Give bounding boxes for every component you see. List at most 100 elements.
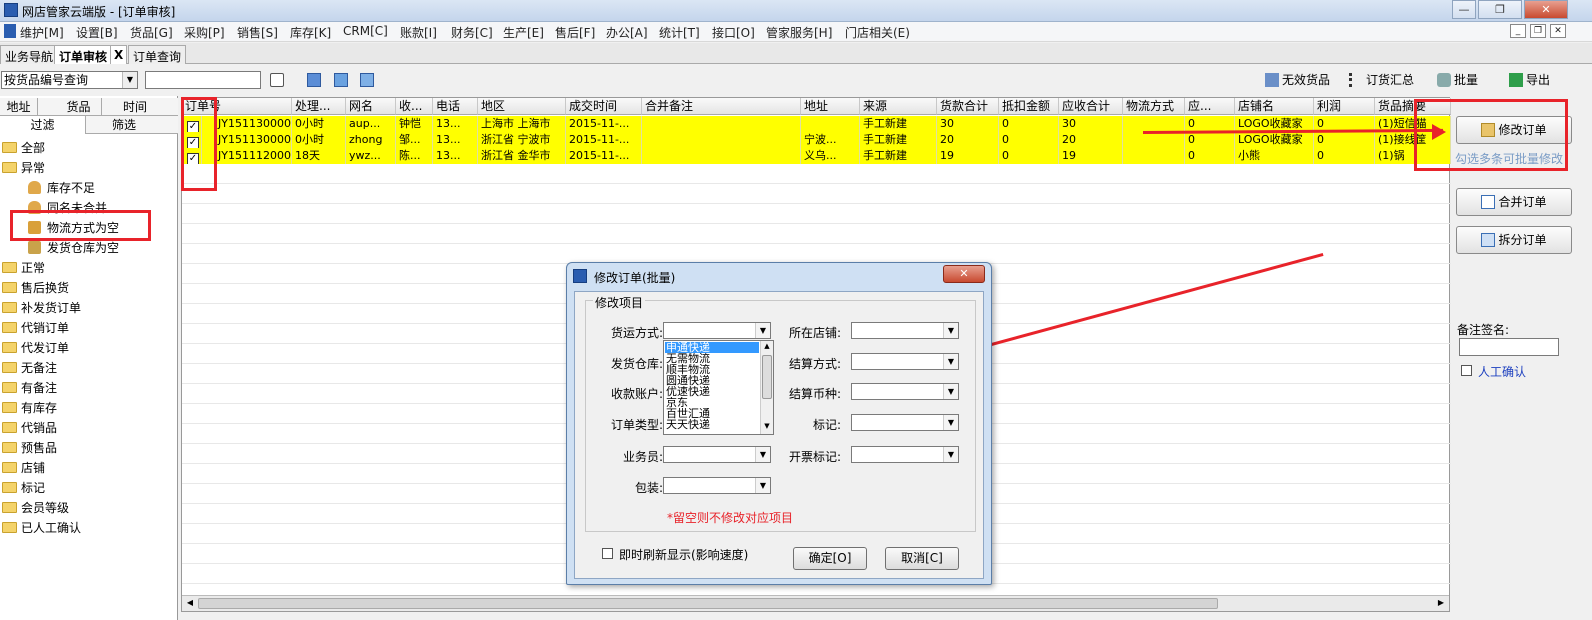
row-checkbox[interactable]: ✓ <box>182 148 202 164</box>
export-button[interactable]: 导出 <box>1509 71 1550 88</box>
tree-consign-goods[interactable]: 代销品 <box>2 420 57 436</box>
tree-consign[interactable]: 代销订单 <box>2 320 69 336</box>
row-checkbox[interactable]: ✓ <box>182 116 202 132</box>
tab-close-icon[interactable]: X <box>110 45 128 64</box>
tab-business-nav[interactable]: 业务导航 <box>0 45 59 64</box>
query-mode-select[interactable]: 按货品编号查询 ▼ <box>1 71 138 89</box>
shipping-method-select[interactable]: ▼ <box>663 322 771 339</box>
shipping-option[interactable]: 顺丰物流 <box>665 364 759 375</box>
clear-query-icon[interactable] <box>360 73 374 87</box>
col-order-no[interactable]: 订单号 <box>182 98 292 115</box>
tab-order-query[interactable]: 订单查询 <box>128 45 187 64</box>
tree-stock-short[interactable]: 库存不足 <box>28 180 95 196</box>
restore-icon[interactable]: ❐ <box>1478 0 1522 19</box>
mdi-close-icon[interactable]: ✕ <box>1550 24 1566 38</box>
tree-no-remark[interactable]: 无备注 <box>2 360 57 376</box>
menu-finance[interactable]: 财务[C] <box>451 24 493 41</box>
settle-select[interactable]: ▼ <box>851 353 959 370</box>
store-select[interactable]: ▼ <box>851 322 959 339</box>
col-goods-total[interactable]: 货款合计 <box>937 98 999 115</box>
batch-button[interactable]: 批量 <box>1437 71 1478 88</box>
refresh-checkbox[interactable] <box>602 548 613 559</box>
col-receivable[interactable]: 应收合计 <box>1059 98 1123 115</box>
col-merge-remark[interactable]: 合并备注 <box>642 98 801 115</box>
menu-sales[interactable]: 销售[S] <box>237 24 278 41</box>
col-deduction[interactable]: 抵扣金额 <box>999 98 1059 115</box>
scroll-right-icon[interactable]: ▶ <box>1435 598 1447 609</box>
menu-after-sale[interactable]: 售后[F] <box>555 24 595 41</box>
shipping-option[interactable]: 圆通快递 <box>665 375 759 386</box>
shipping-option[interactable]: 天天快递 <box>665 419 759 430</box>
menu-settings[interactable]: 设置[B] <box>76 24 118 41</box>
menu-stats[interactable]: 统计[T] <box>659 24 700 41</box>
salesman-select[interactable]: ▼ <box>663 446 771 463</box>
checkbox-icon[interactable]: ✓ <box>187 153 199 164</box>
tree-member-level[interactable]: 会员等级 <box>2 500 69 516</box>
menu-accounts[interactable]: 账款[I] <box>400 24 437 41</box>
col-due[interactable]: 应... <box>1185 98 1235 115</box>
menu-goods[interactable]: 货品[G] <box>130 24 173 41</box>
menu-office[interactable]: 办公[A] <box>606 24 648 41</box>
menu-production[interactable]: 生产[E] <box>503 24 544 41</box>
search-input[interactable] <box>145 71 261 89</box>
manual-confirm-checkbox[interactable] <box>1461 365 1472 376</box>
tree-has-remark[interactable]: 有备注 <box>2 380 57 396</box>
table-row[interactable]: ✓ JY1511300004 0小时 zhong 邹... 13... 浙江省 … <box>182 132 1451 148</box>
menu-crm[interactable]: CRM[C] <box>343 24 388 38</box>
menu-stock[interactable]: 库存[K] <box>290 24 331 41</box>
tab-goods[interactable]: 货品 <box>56 98 102 116</box>
shipping-option[interactable]: 百世汇通 <box>665 408 759 419</box>
tab-time[interactable]: 时间 <box>112 98 158 116</box>
tree-mark[interactable]: 标记 <box>2 480 45 496</box>
order-summary-button[interactable]: 订货汇总 <box>1349 71 1414 88</box>
table-row[interactable]: ✓ JY1511120001 18天 ywz... 陈... 13... 浙江省… <box>182 148 1451 164</box>
mark-select[interactable]: ▼ <box>851 414 959 431</box>
col-nickname[interactable]: 网名 <box>346 98 396 115</box>
tree-no-logistics[interactable]: 物流方式为空 <box>28 220 119 236</box>
col-deal-time[interactable]: 成交时间 <box>566 98 642 115</box>
col-profit[interactable]: 利润 <box>1314 98 1375 115</box>
tree-same-name[interactable]: 同名未合并 <box>28 200 107 216</box>
menu-app-icon[interactable] <box>4 24 16 38</box>
remark-sign-input[interactable] <box>1459 338 1559 356</box>
shipping-option[interactable]: 优速快递 <box>665 386 759 397</box>
minimize-icon[interactable]: — <box>1452 0 1476 19</box>
tree-drop-ship[interactable]: 代发订单 <box>2 340 69 356</box>
mdi-restore-icon[interactable]: ❐ <box>1530 24 1546 38</box>
dialog-close-icon[interactable]: ✕ <box>943 265 985 283</box>
menu-purchase[interactable]: 采购[P] <box>184 24 225 41</box>
col-logistics[interactable]: 物流方式 <box>1123 98 1185 115</box>
shipping-method-dropdown[interactable]: 申通快递 无需物流 顺丰物流 圆通快递 优速快递 京东 百世汇通 天天快递 ▲ … <box>663 340 774 435</box>
modify-order-button[interactable]: 修改订单 <box>1456 116 1572 144</box>
row-checkbox[interactable]: ✓ <box>182 132 202 148</box>
tree-store[interactable]: 店铺 <box>2 460 45 476</box>
filter-icon[interactable] <box>307 73 321 87</box>
cancel-button[interactable]: 取消[C] <box>885 547 959 570</box>
col-receiver[interactable]: 收... <box>396 98 433 115</box>
tab-order-review[interactable]: 订单审核 <box>54 45 113 64</box>
col-phone[interactable]: 电话 <box>433 98 478 115</box>
horizontal-scrollbar[interactable]: ◀ ▶ <box>182 595 1449 611</box>
edit-query-icon[interactable] <box>334 73 348 87</box>
tree-no-warehouse[interactable]: 发货仓库为空 <box>28 240 119 256</box>
col-source[interactable]: 来源 <box>860 98 937 115</box>
currency-select[interactable]: ▼ <box>851 383 959 400</box>
menu-store[interactable]: 门店相关(E) <box>845 24 910 41</box>
tab-filter[interactable]: 过滤 <box>0 116 86 134</box>
scroll-left-icon[interactable]: ◀ <box>184 598 196 609</box>
mdi-minimize-icon[interactable]: _ <box>1510 24 1526 38</box>
tree-manual-confirmed[interactable]: 已人工确认 <box>2 520 81 536</box>
col-region[interactable]: 地区 <box>478 98 566 115</box>
split-order-button[interactable]: 拆分订单 <box>1456 226 1572 254</box>
ok-button[interactable]: 确定[O] <box>793 547 867 570</box>
col-store-name[interactable]: 店铺名 <box>1235 98 1314 115</box>
menu-interface[interactable]: 接口[O] <box>712 24 755 41</box>
shipping-option[interactable]: 申通快递 <box>665 342 759 353</box>
tree-all[interactable]: 全部 <box>2 140 45 156</box>
merge-order-button[interactable]: 合并订单 <box>1456 188 1572 216</box>
scroll-up-icon[interactable]: ▲ <box>762 342 772 352</box>
checkbox-icon[interactable]: ✓ <box>187 121 199 132</box>
col-address[interactable]: 地址 <box>801 98 860 115</box>
scroll-thumb[interactable] <box>198 598 1218 609</box>
menu-maintain[interactable]: 维护[M] <box>20 24 64 41</box>
